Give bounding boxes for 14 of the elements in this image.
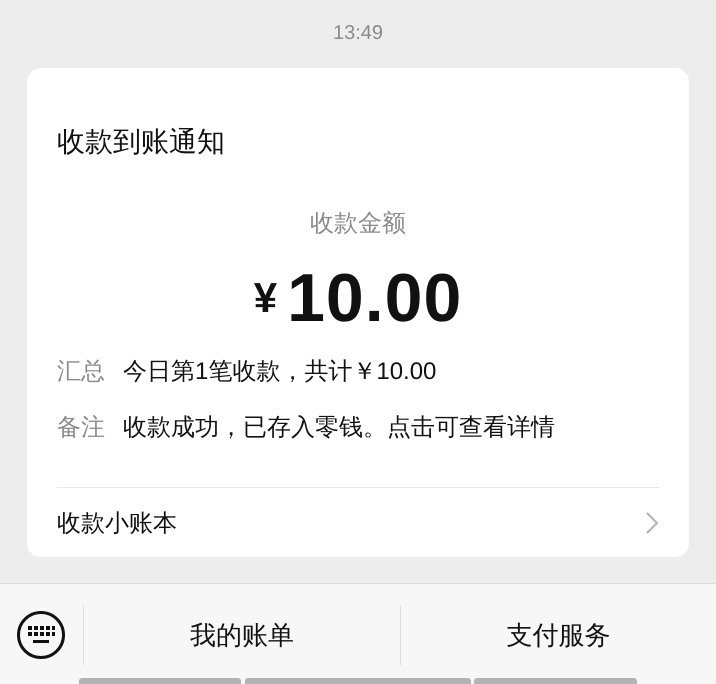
row-value: 收款成功，已存入零钱。点击可查看详情 bbox=[123, 413, 555, 443]
currency-symbol: ¥ bbox=[254, 274, 278, 322]
amount-value: 10.00 bbox=[287, 259, 462, 337]
row-label: 备注 bbox=[57, 413, 105, 443]
card-title: 收款到账通知 bbox=[57, 125, 226, 159]
amount-label: 收款金额 bbox=[309, 209, 407, 239]
chevron-right-icon bbox=[645, 511, 659, 535]
row-value: 今日第1笔收款，共计￥10.00 bbox=[123, 357, 436, 387]
ledger-link[interactable]: 收款小账本 bbox=[57, 507, 177, 539]
message-time: 13:49 bbox=[332, 22, 384, 44]
menu-button[interactable]: 我的账单 bbox=[84, 605, 400, 665]
keyboard-icon[interactable] bbox=[16, 610, 66, 660]
menu-button[interactable]: 支付服务 bbox=[400, 605, 716, 665]
row-label: 汇总 bbox=[57, 357, 105, 387]
